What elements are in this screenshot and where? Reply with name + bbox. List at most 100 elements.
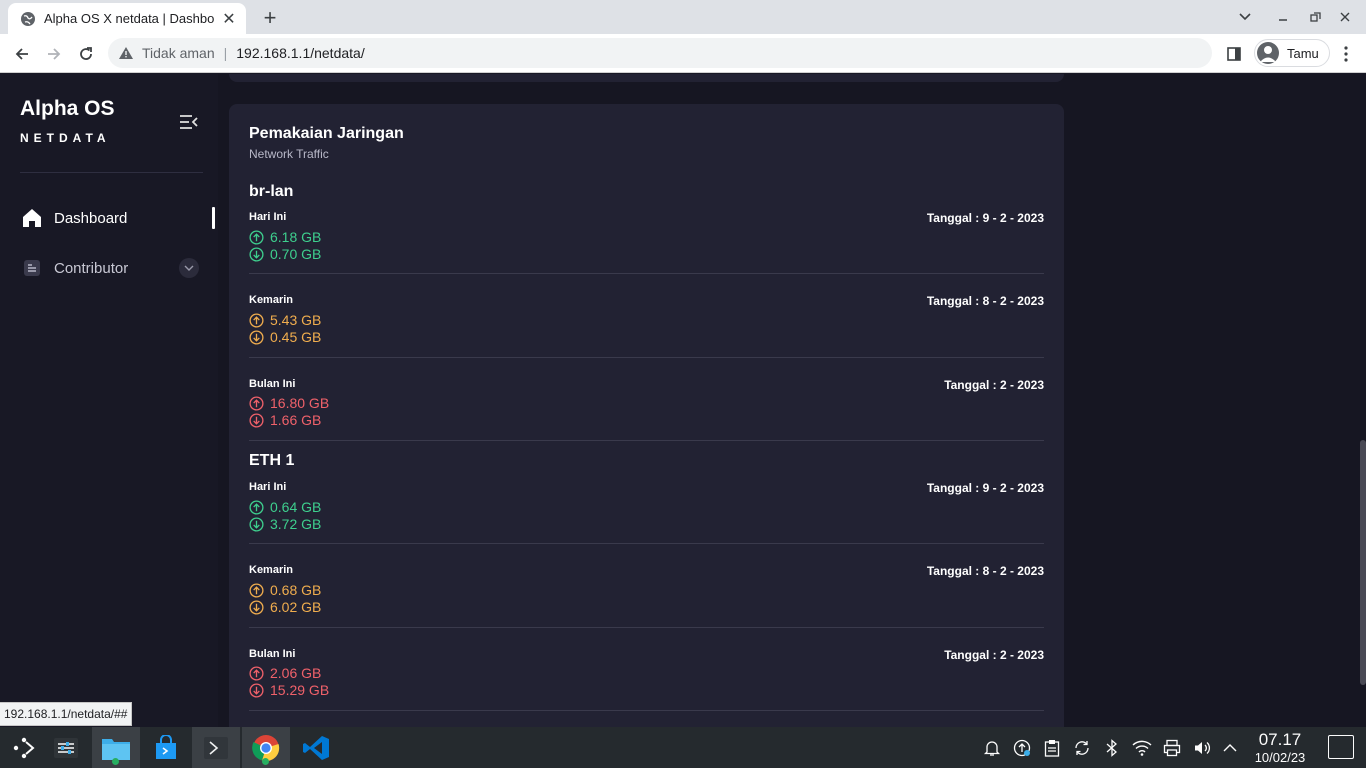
tab-search-icon[interactable] [1236,8,1254,26]
period-label: Hari Ini [249,211,287,223]
clipboard-icon[interactable] [1041,737,1063,759]
upload-value: 0.64 GB [249,499,321,515]
upload-value: 2.06 GB [249,665,321,681]
store-icon[interactable] [142,727,190,768]
upload-text: 5.43 GB [270,312,322,328]
main-content: Pemakaian Jaringan Network Traffic br-la… [218,74,1366,727]
tray-expand-icon[interactable] [1219,737,1241,759]
traffic-row-month: Bulan Ini Tanggal : 2 - 2023 2.06 GB 15.… [249,648,1044,727]
brand-title: Alpha OS [20,97,115,120]
security-label: Tidak aman [142,45,215,61]
globe-icon [20,11,36,27]
download-text: 0.70 GB [270,246,322,262]
download-text: 0.45 GB [270,329,322,345]
download-value: 1.66 GB [249,412,321,428]
interface-name: br-lan [249,183,294,200]
home-icon [20,206,44,230]
sync-icon[interactable] [1071,737,1093,759]
download-text: 15.29 GB [270,682,330,698]
card-subtitle: Network Traffic [249,147,329,161]
more-menu-icon[interactable] [1334,42,1358,66]
show-desktop-button[interactable] [1328,735,1354,759]
volume-icon[interactable] [1191,737,1213,759]
arrow-up-circle-icon [249,395,264,411]
new-tab-button[interactable]: + [258,6,282,30]
upload-text: 2.06 GB [270,665,322,681]
arrow-up-circle-icon [249,229,264,245]
download-text: 3.72 GB [270,516,322,532]
browser-toolbar: Tidak aman | 192.168.1.1/netdata/ Tamu [0,34,1366,73]
download-value: 15.29 GB [249,682,329,698]
traffic-row-month: Bulan Ini Tanggal : 2 - 2023 16.80 GB 1.… [249,378,1044,458]
upload-text: 16.80 GB [270,395,330,411]
date-label: Tanggal : 2 - 2023 [944,378,1044,392]
download-value: 3.72 GB [249,516,321,532]
brand-subtitle: NETDATA [20,131,111,145]
card-title: Pemakaian Jaringan [249,125,404,142]
upload-value: 5.43 GB [249,312,321,328]
traffic-row-today: Hari Ini Tanggal : 9 - 2 - 2023 0.64 GB … [249,481,1044,561]
row-divider [249,627,1044,628]
close-tab-icon[interactable]: ✕ [220,10,238,28]
upload-value: 0.68 GB [249,582,321,598]
active-indicator [212,207,215,229]
terminal-icon[interactable] [192,727,240,768]
minimize-icon[interactable] [1274,8,1292,26]
sidebar-item-dashboard[interactable]: Dashboard [20,203,215,233]
arrow-up-circle-icon [249,312,264,328]
upload-value: 6.18 GB [249,229,321,245]
address-bar[interactable]: Tidak aman | 192.168.1.1/netdata/ [108,38,1212,68]
vscode-icon[interactable] [292,727,340,768]
interface-name: ETH 1 [249,452,295,469]
period-label: Kemarin [249,564,294,576]
update-icon[interactable] [1011,737,1033,759]
browser-tab[interactable]: Alpha OS X netdata | Dashbo ✕ [8,3,246,34]
download-text: 6.02 GB [270,599,322,615]
clock-date[interactable]: 10/02/23 [1249,750,1311,765]
printer-icon[interactable] [1161,737,1183,759]
arrow-down-circle-icon [249,599,264,615]
sidebar-item-label: Dashboard [54,209,128,227]
download-value: 0.70 GB [249,246,321,262]
arrow-up-circle-icon [249,499,264,515]
settings-icon[interactable] [42,727,90,768]
launcher-icon[interactable] [0,727,48,768]
download-value: 6.02 GB [249,599,321,615]
side-panel-icon[interactable] [1222,42,1246,66]
back-icon[interactable] [10,42,34,66]
arrow-down-circle-icon [249,246,264,262]
chevron-down-icon[interactable] [179,258,199,278]
date-label: Tanggal : 8 - 2 - 2023 [926,294,1044,308]
profile-button[interactable]: Tamu [1254,39,1330,67]
forward-icon[interactable] [42,42,66,66]
traffic-row-yesterday: Kemarin Tanggal : 8 - 2 - 2023 0.68 GB 6… [249,564,1044,644]
bluetooth-icon[interactable] [1101,737,1123,759]
date-label: Tanggal : 9 - 2 - 2023 [926,481,1044,495]
arrow-down-circle-icon [249,682,264,698]
period-label: Hari Ini [249,481,287,493]
reload-icon[interactable] [74,42,98,66]
avatar-icon [1257,42,1279,64]
row-divider [249,710,1044,711]
arrow-up-circle-icon [249,665,264,681]
download-text: 1.66 GB [270,412,322,428]
page-scrollbar[interactable] [1360,440,1366,685]
row-divider [249,440,1044,441]
clock-time[interactable]: 07.17 [1249,730,1311,750]
profile-name: Tamu [1287,45,1319,61]
close-window-icon[interactable] [1336,8,1354,26]
running-indicator [112,758,119,765]
restore-icon[interactable] [1306,8,1324,26]
warning-icon[interactable] [118,45,134,61]
file-manager-icon[interactable] [92,727,140,768]
wifi-icon[interactable] [1131,737,1153,759]
menu-collapse-icon[interactable] [178,112,200,132]
upload-text: 0.64 GB [270,499,322,515]
period-label: Bulan Ini [249,648,296,660]
arrow-down-circle-icon [249,412,264,428]
notification-bell-icon[interactable] [981,737,1003,759]
chrome-icon[interactable] [242,727,290,768]
sidebar-item-contributor[interactable]: Contributor [20,253,215,283]
period-label: Bulan Ini [249,378,296,390]
upload-text: 0.68 GB [270,582,322,598]
